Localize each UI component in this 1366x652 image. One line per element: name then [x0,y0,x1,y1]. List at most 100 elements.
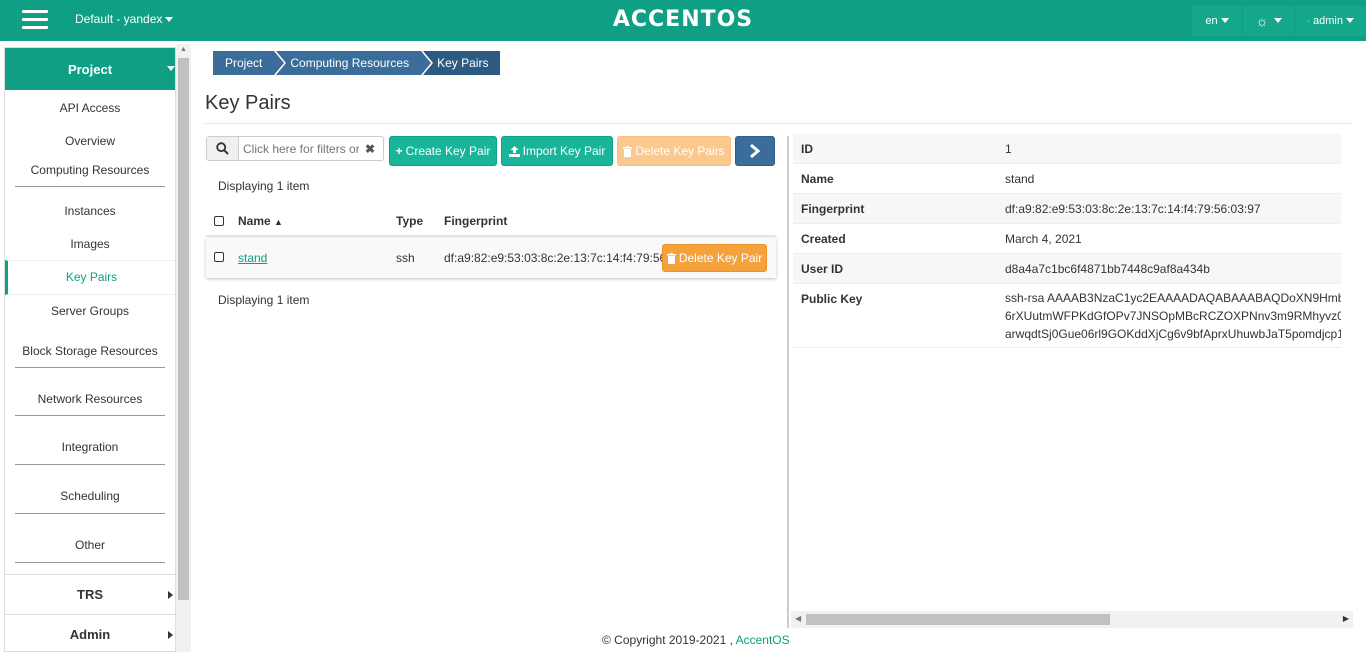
sidebar-group-integration[interactable]: Integration [15,416,165,465]
divider [205,123,1353,124]
breadcrumb: Project Computing Resources Key Pairs [213,51,502,75]
sidebar-item-label: Integration [61,440,119,454]
chevron-right-icon [750,144,761,158]
table-header: Name ▲ Type Fingerprint [206,205,776,237]
sidebar-item-images[interactable]: Images [5,227,175,260]
sidebar-item-label: Server Groups [50,304,130,318]
delete-key-pairs-button[interactable]: Delete Key Pairs [617,136,731,166]
detail-label: Fingerprint [801,202,865,216]
detail-row-id: ID 1 [793,134,1341,164]
detail-label: ID [801,142,813,156]
user-menu[interactable]: admin [1296,5,1366,36]
language-label: en [1205,14,1218,27]
sidebar-section-trs[interactable]: TRS [5,574,175,614]
detail-value: March 4, 2021 [1005,232,1082,246]
chevron-right-icon [168,631,173,639]
key-pair-type: ssh [396,251,415,265]
scrollbar-thumb[interactable] [806,614,1110,625]
sidebar-group-block-storage[interactable]: Block Storage Resources [15,328,165,368]
scroll-right-icon[interactable]: ▶ [1343,614,1349,623]
detail-label: User ID [801,262,844,276]
detail-label: Name [801,172,834,186]
language-selector[interactable]: en [1192,5,1242,36]
detail-value: 1 [1005,142,1012,156]
sidebar-item-overview[interactable]: Overview [5,124,175,157]
chevron-down-icon [1220,18,1229,23]
sidebar-item-label: Images [70,237,110,251]
sidebar-scrollbar[interactable]: ▲ [176,44,191,652]
column-header-name[interactable]: Name ▲ [238,214,283,228]
detail-panel: ID 1 Name stand Fingerprint df:a9:82:e9:… [793,134,1341,349]
sidebar-item-label: Network Resources [37,392,143,406]
chevron-down-icon [1346,18,1354,23]
sidebar-item-label: Instances [64,204,116,218]
column-header-label: Name [238,214,271,228]
breadcrumb-key-pairs: Key Pairs [423,51,501,75]
import-key-pair-label: Import Key Pair [522,144,606,158]
row-checkbox[interactable] [214,252,224,262]
delete-key-pair-label: Delete Key Pair [678,251,763,265]
next-button[interactable] [735,136,775,166]
detail-value-public-key: ssh-rsa AAAAB3NzaC1yc2EAAAADAQABAAABAQDo… [1005,289,1341,343]
panel-divider[interactable] [787,136,789,628]
sidebar-item-instances[interactable]: Instances [5,187,175,227]
sidebar-group-network-resources[interactable]: Network Resources [15,368,165,416]
sidebar-item-label: Other [74,538,105,552]
sidebar-item-key-pairs[interactable]: Key Pairs [5,260,175,295]
settings-menu[interactable]: ☼ [1243,5,1295,36]
detail-row-public-key: Public Key ssh-rsa AAAAB3NzaC1yc2EAAAADA… [793,284,1341,348]
detail-value: d8a4a7c1bc6f4871bb7448c9af8a434b [1005,262,1210,276]
detail-value: df:a9:82:e9:53:03:8c:2e:13:7c:14:f4:79:5… [1005,202,1261,216]
sidebar-section-label: Admin [69,627,111,642]
delete-key-pair-button[interactable]: Delete Key Pair [662,244,767,272]
create-key-pair-label: Create Key Pair [405,144,491,158]
sidebar-group-scheduling[interactable]: Scheduling [15,465,165,514]
breadcrumb-computing-resources[interactable]: Computing Resources [276,51,433,75]
plus-icon: + [395,144,403,158]
sidebar-item-server-groups[interactable]: Server Groups [5,295,175,328]
footer-brand-link[interactable]: AccentOS [736,633,790,647]
detail-value: stand [1005,172,1035,186]
sidebar-item-api-access[interactable]: API Access [5,90,175,124]
displaying-count-bottom: Displaying 1 item [218,293,310,307]
select-all-checkbox[interactable] [214,216,224,226]
sidebar-group-other[interactable]: Other [15,514,165,563]
sidebar-section-label: TRS [77,587,103,602]
sidebar-item-label: Scheduling [60,489,120,503]
scrollbar-thumb[interactable] [178,58,189,600]
detail-row-user-id: User ID d8a4a7c1bc6f4871bb7448c9af8a434b [793,254,1341,284]
detail-horizontal-scrollbar[interactable]: ◀ ▶ [791,611,1353,628]
public-key-line: arwqdtSj0Gue06rl9GOKddXjCg6v9bfAprxUhuwb… [1005,327,1341,341]
search-icon [216,142,229,155]
key-pair-name-link[interactable]: stand [238,251,267,265]
sidebar-item-label: Computing Resources [30,163,150,177]
column-header-fingerprint[interactable]: Fingerprint [444,214,507,228]
trash-icon [623,145,633,157]
clear-icon[interactable]: ✖ [359,137,381,160]
sidebar-project-header[interactable]: Project [5,48,175,90]
public-key-line: ssh-rsa AAAAB3NzaC1yc2EAAAADAQABAAABAQDo… [1005,291,1341,305]
sidebar-item-label: Key Pairs [65,270,118,284]
column-header-type[interactable]: Type [396,214,423,228]
search-input[interactable] [239,137,359,160]
sidebar-project-label: Project [67,61,113,77]
breadcrumb-project[interactable]: Project [213,51,287,75]
user-name: admin [1313,14,1343,27]
search-box: ✖ [206,136,384,161]
public-key-line: 6rXUutmWFPKdGfOPv7JNSOpMBcRCZOXPNnv3m9RM… [1005,309,1341,323]
footer-copyright: © Copyright 2019-2021 , [602,633,733,647]
import-key-pair-button[interactable]: Import Key Pair [501,136,613,166]
chevron-down-icon [167,66,175,71]
upload-icon [508,145,520,157]
table-row[interactable]: stand ssh df:a9:82:e9:53:03:8c:2e:13:7c:… [206,238,776,278]
gear-icon: ☼ [1255,12,1269,29]
create-key-pair-button[interactable]: + Create Key Pair [389,136,497,166]
footer: © Copyright 2019-2021 , AccentOS [602,633,790,647]
displaying-count-top: Displaying 1 item [218,179,310,193]
sort-asc-icon: ▲ [274,217,283,227]
search-button[interactable] [207,137,239,160]
scroll-up-icon[interactable]: ▲ [180,46,187,53]
sidebar-section-admin[interactable]: Admin [5,614,175,651]
sidebar-group-computing-resources[interactable]: Computing Resources [15,157,165,187]
scroll-left-icon[interactable]: ◀ [795,614,801,623]
